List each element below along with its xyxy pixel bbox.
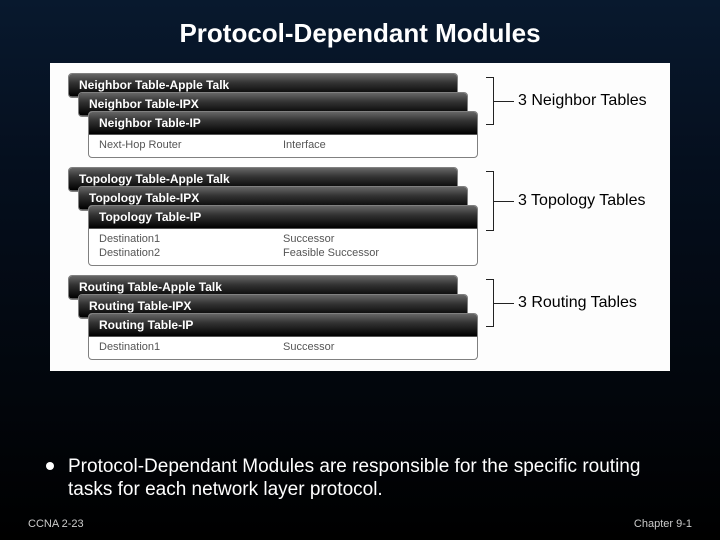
group-neighbor: Neighbor Table-Apple Talk Neighbor Table…	[68, 73, 652, 158]
annot-text: 3 Neighbor Tables	[514, 92, 647, 110]
cell: Successor	[283, 340, 467, 354]
card-header: Topology Table-IP	[89, 206, 477, 229]
cards-neighbor: Neighbor Table-Apple Talk Neighbor Table…	[68, 73, 458, 158]
diagram-panel: Neighbor Table-Apple Talk Neighbor Table…	[50, 63, 670, 371]
cell: Destination2	[99, 246, 283, 260]
bullet-strong: Protocol-Dependant Modules	[68, 456, 314, 477]
card-header: Neighbor Table-IP	[89, 112, 477, 135]
card-topology-ip: Topology Table-IP Destination1 Destinati…	[88, 205, 478, 266]
cards-routing: Routing Table-Apple Talk Routing Table-I…	[68, 275, 458, 360]
cell: Destination1	[99, 232, 283, 246]
list-item: Protocol-Dependant Modules are responsib…	[46, 455, 680, 503]
bracket-routing: 3 Routing Tables	[486, 279, 637, 327]
bullet-icon	[46, 462, 54, 470]
cell: Successor	[283, 232, 467, 246]
card-body: Destination1 Successor	[89, 337, 477, 359]
cell: Destination1	[99, 340, 283, 354]
cell: Next-Hop Router	[99, 138, 283, 152]
footer-right: Chapter 9-1	[634, 518, 692, 530]
cell: Feasible Successor	[283, 246, 467, 260]
bracket-neighbor: 3 Neighbor Tables	[486, 77, 647, 125]
cards-topology: Topology Table-Apple Talk Topology Table…	[68, 167, 458, 266]
group-routing: Routing Table-Apple Talk Routing Table-I…	[68, 275, 652, 360]
slide-title: Protocol-Dependant Modules	[0, 0, 720, 57]
annot-text: 3 Topology Tables	[514, 192, 646, 210]
bullet-text: Protocol-Dependant Modules are responsib…	[46, 455, 680, 503]
card-neighbor-ip: Neighbor Table-IP Next-Hop Router Interf…	[88, 111, 478, 158]
cell: Interface	[283, 138, 467, 152]
group-topology: Topology Table-Apple Talk Topology Table…	[68, 167, 652, 266]
footer-left: CCNA 2-23	[28, 518, 84, 530]
card-body: Destination1 Destination2 Successor Feas…	[89, 229, 477, 265]
card-body: Next-Hop Router Interface	[89, 135, 477, 157]
card-header: Routing Table-IP	[89, 314, 477, 337]
annot-text: 3 Routing Tables	[514, 294, 637, 312]
bracket-topology: 3 Topology Tables	[486, 171, 646, 231]
card-routing-ip: Routing Table-IP Destination1 Successor	[88, 313, 478, 360]
slide: Protocol-Dependant Modules Neighbor Tabl…	[0, 0, 720, 540]
